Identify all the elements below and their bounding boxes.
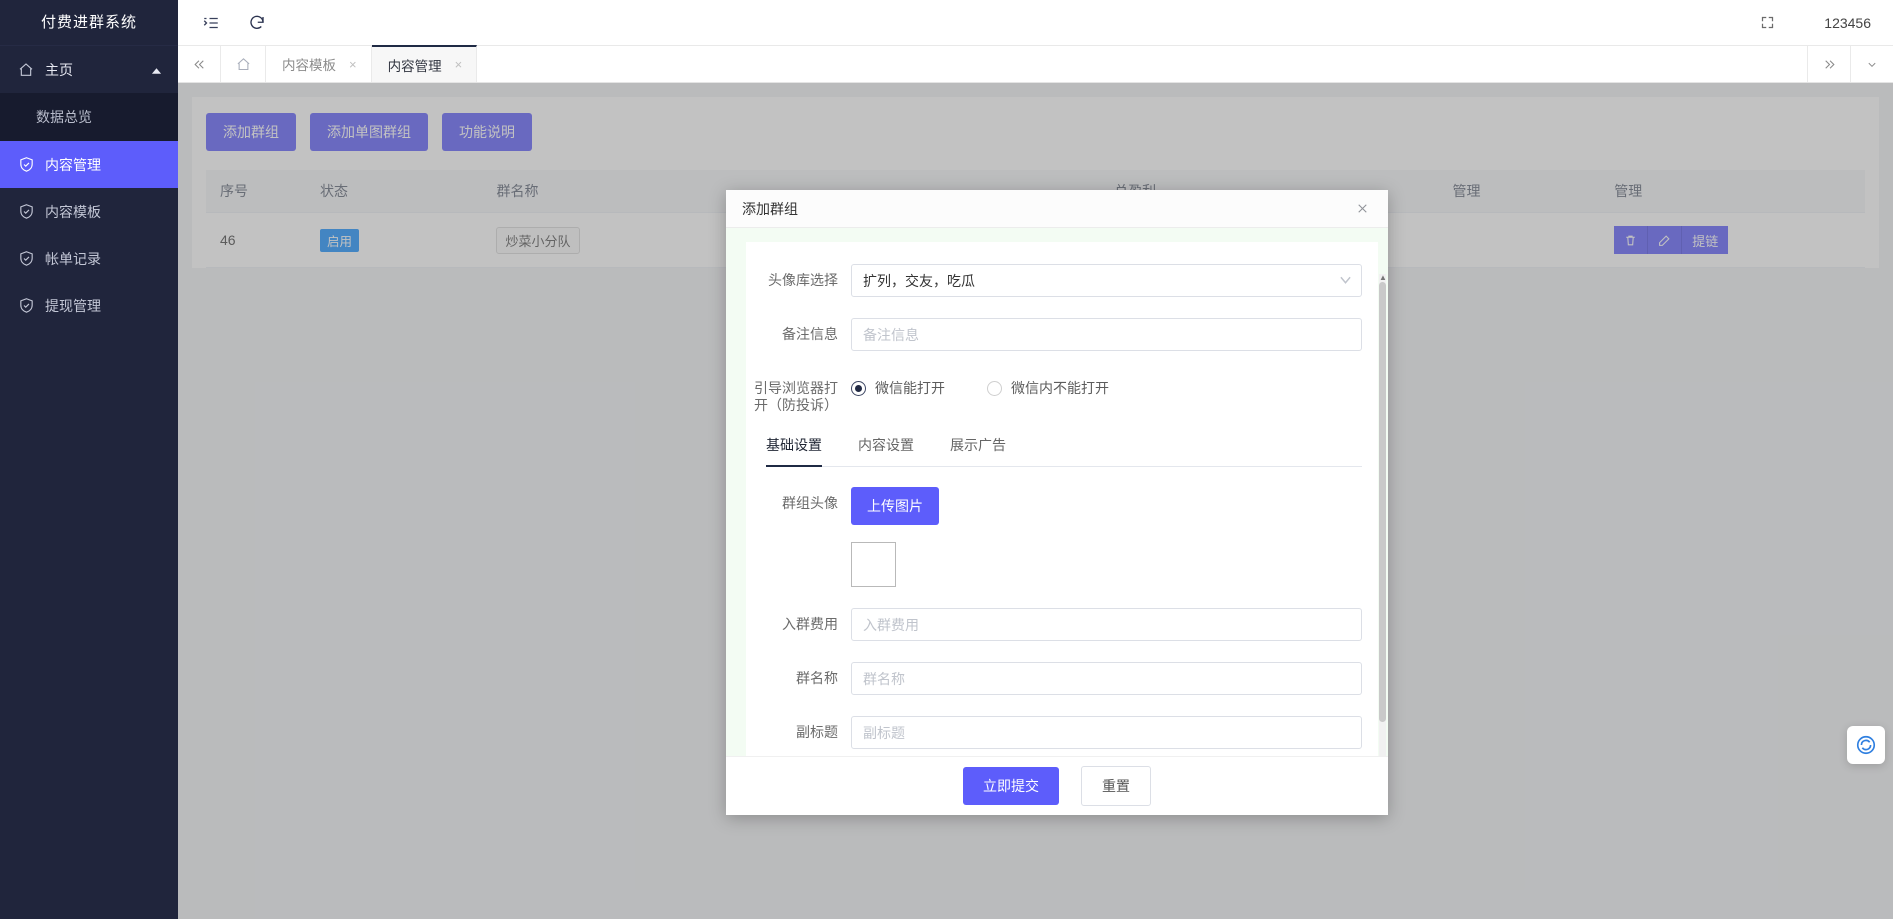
field-group-name: 群名称 bbox=[746, 662, 1362, 695]
field-remark: 备注信息 bbox=[746, 318, 1362, 351]
field-label: 群组头像 bbox=[782, 495, 838, 511]
tab-basic-settings[interactable]: 基础设置 bbox=[766, 435, 822, 467]
home-outline-icon[interactable] bbox=[221, 46, 266, 82]
field-label: 副标题 bbox=[796, 724, 838, 740]
chevron-down-icon[interactable] bbox=[1850, 46, 1893, 82]
sidebar-item-content-management[interactable]: 内容管理 bbox=[0, 141, 178, 188]
tab-content-template[interactable]: 内容模板 × bbox=[266, 46, 372, 82]
add-group-dialog: 添加群组 头像库选择 扩列，交友，吃瓜 备注信息 备注信息 引导浏览器打开（防投… bbox=[726, 190, 1388, 815]
scroll-up-icon[interactable]: ▲ bbox=[1379, 274, 1387, 282]
radio-wechat-cannot-open[interactable]: 微信内不能打开 bbox=[987, 378, 1109, 398]
sidebar-item-label: 内容管理 bbox=[45, 156, 101, 173]
tab-content-management[interactable]: 内容管理 × bbox=[371, 45, 478, 82]
shield-check-icon bbox=[16, 296, 36, 316]
sidebar-item-home[interactable]: 主页 bbox=[0, 46, 178, 93]
avatar-library-select-wrap bbox=[851, 264, 1362, 297]
join-fee-input[interactable] bbox=[851, 608, 1362, 641]
field-label: 引导浏览器打开（防投诉） bbox=[754, 380, 838, 413]
sidebar: 付费进群系统 主页 数据总览 内容管理 内容模板 帐单记录 提现管理 bbox=[0, 0, 178, 919]
reset-button[interactable]: 重置 bbox=[1081, 766, 1151, 806]
dialog-title: 添加群组 bbox=[742, 200, 798, 217]
radio-wechat-can-open[interactable]: 微信能打开 bbox=[851, 378, 945, 398]
tab-label: 内容管理 bbox=[387, 58, 442, 74]
close-icon[interactable]: × bbox=[349, 57, 357, 72]
avatar-preview-box bbox=[851, 542, 896, 587]
field-label: 备注信息 bbox=[782, 326, 838, 342]
field-label: 头像库选择 bbox=[768, 272, 838, 288]
app-brand: 付费进群系统 bbox=[0, 0, 178, 46]
double-chevron-left-icon[interactable] bbox=[178, 46, 221, 82]
sidebar-item-label: 帐单记录 bbox=[45, 250, 101, 267]
sidebar-item-withdraw-management[interactable]: 提现管理 bbox=[0, 282, 178, 329]
sidebar-item-bill-records[interactable]: 帐单记录 bbox=[0, 235, 178, 282]
field-group-avatar: 群组头像 上传图片 bbox=[746, 487, 1362, 587]
field-label: 群名称 bbox=[796, 670, 838, 686]
upload-image-button[interactable]: 上传图片 bbox=[851, 487, 939, 525]
floating-assistant-widget[interactable] bbox=[1847, 726, 1885, 764]
sidebar-menu: 主页 数据总览 内容管理 内容模板 帐单记录 提现管理 bbox=[0, 46, 178, 329]
radio-label: 微信能打开 bbox=[875, 380, 945, 396]
dialog-header: 添加群组 bbox=[726, 190, 1388, 228]
submit-button[interactable]: 立即提交 bbox=[963, 767, 1059, 805]
dialog-footer: 立即提交 重置 bbox=[726, 756, 1388, 815]
group-avatar-upload: 上传图片 bbox=[851, 487, 1362, 587]
avatar-library-select[interactable] bbox=[851, 264, 1362, 297]
double-chevron-right-icon[interactable] bbox=[1807, 46, 1850, 82]
content-area: 添加群组 添加单图群组 功能说明 序号 状态 群名称 总盈利 bbox=[178, 83, 1893, 919]
subtitle-input[interactable] bbox=[851, 716, 1362, 749]
dialog-body: 头像库选择 备注信息 bbox=[726, 228, 1388, 756]
radio-unselected-icon bbox=[987, 380, 1002, 396]
field-avatar-library: 头像库选择 bbox=[746, 264, 1362, 297]
tab-label: 内容模板 bbox=[282, 58, 336, 73]
tab-display-ads[interactable]: 展示广告 bbox=[950, 435, 1006, 467]
subtitle-wrap bbox=[851, 716, 1362, 749]
home-icon bbox=[16, 60, 36, 80]
shield-check-icon bbox=[16, 202, 36, 222]
shield-check-icon bbox=[16, 155, 36, 175]
close-icon[interactable] bbox=[1352, 199, 1372, 219]
group-name-input[interactable] bbox=[851, 662, 1362, 695]
caret-up-icon bbox=[151, 62, 162, 78]
topbar: 123456 bbox=[178, 0, 1893, 46]
field-browser-guide: 引导浏览器打开（防投诉） 微信能打开 微信内不能打开 bbox=[746, 372, 1362, 414]
group-name-wrap bbox=[851, 662, 1362, 695]
sidebar-item-home-label: 主页 bbox=[45, 61, 73, 78]
field-subtitle: 副标题 bbox=[746, 716, 1362, 749]
tabbar: 内容模板 × 内容管理 × bbox=[178, 45, 1893, 83]
fullscreen-icon[interactable] bbox=[1752, 8, 1782, 38]
refresh-icon[interactable] bbox=[242, 8, 272, 38]
sidebar-item-label: 内容模板 bbox=[45, 203, 101, 220]
dialog-inner-tabs: 基础设置 内容设置 展示广告 bbox=[766, 435, 1362, 467]
main-column: 123456 内容模板 × 内容管理 × 添加群组 添加单图群组 功能说明 序号… bbox=[178, 0, 1893, 919]
field-join-fee: 入群费用 bbox=[746, 608, 1362, 641]
browser-guide-radios: 微信能打开 微信内不能打开 bbox=[851, 372, 1362, 398]
list-indent-icon[interactable] bbox=[196, 8, 226, 38]
tab-content-settings[interactable]: 内容设置 bbox=[858, 435, 914, 467]
field-label: 入群费用 bbox=[782, 616, 838, 632]
close-icon[interactable]: × bbox=[455, 57, 463, 72]
scrollbar-thumb[interactable] bbox=[1379, 282, 1386, 722]
dialog-form: 头像库选择 备注信息 bbox=[746, 242, 1378, 756]
tabbar-spacer bbox=[477, 46, 1807, 82]
radio-label: 微信内不能打开 bbox=[1011, 380, 1109, 396]
sidebar-item-label: 提现管理 bbox=[45, 297, 101, 314]
remark-input[interactable] bbox=[851, 318, 1362, 351]
sidebar-subitem-overview[interactable]: 数据总览 bbox=[0, 93, 178, 141]
username-label[interactable]: 123456 bbox=[1824, 15, 1871, 31]
app-root: 付费进群系统 主页 数据总览 内容管理 内容模板 帐单记录 提现管理 12345… bbox=[0, 0, 1893, 919]
join-fee-wrap bbox=[851, 608, 1362, 641]
remark-wrap bbox=[851, 318, 1362, 351]
shield-check-icon bbox=[16, 249, 36, 269]
dialog-scrollbar[interactable]: ▲ ▼ bbox=[1379, 274, 1387, 756]
radio-selected-icon bbox=[851, 380, 866, 396]
sidebar-item-content-template[interactable]: 内容模板 bbox=[0, 188, 178, 235]
